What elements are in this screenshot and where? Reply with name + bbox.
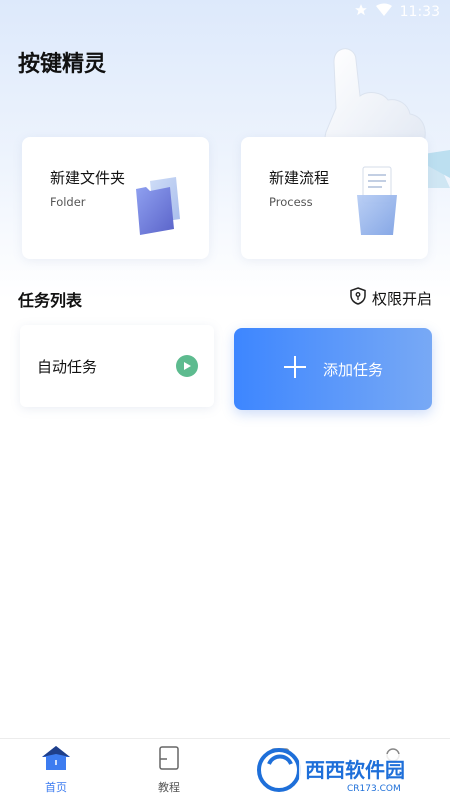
nav-label-home: 首页 [45,781,67,794]
document-icon [353,165,401,241]
home-icon [41,746,71,775]
nav-item-tutorial[interactable]: 教程 [134,745,204,795]
new-process-card[interactable]: 新建流程 Process [241,137,428,259]
permission-button[interactable]: 权限开启 [350,287,432,309]
page-title: 按键精灵 [18,52,107,77]
wifi-icon [375,3,392,21]
tutorial-icon [156,746,182,775]
new-process-title: 新建流程 [269,169,330,187]
nav-item-home[interactable]: 首页 [21,745,91,795]
nav-label-tutorial: 教程 [158,781,180,794]
add-task-button[interactable]: 添加任务 [234,328,432,410]
svg-text:CR173.COM: CR173.COM [347,784,401,794]
task-item[interactable]: 自动任务 [20,325,214,407]
plus-icon [283,355,307,383]
status-bar: 11:33 [0,0,450,26]
watermark-logo: 西西软件园 CR173.COM [255,744,435,796]
new-folder-card[interactable]: 新建文件夹 Folder [22,137,209,259]
task-list-title: 任务列表 [18,291,83,310]
new-process-subtitle: Process [269,195,313,209]
add-task-label: 添加任务 [322,360,383,379]
svg-text:西西软件园: 西西软件园 [305,758,405,782]
shield-key-icon [350,287,366,309]
status-icons: 11:33 [354,3,440,21]
status-time: 11:33 [399,4,440,20]
play-icon[interactable] [176,355,198,377]
task-label: 自动任务 [37,358,98,376]
permission-label: 权限开启 [371,289,432,308]
star-icon [354,3,368,21]
new-folder-subtitle: Folder [50,195,86,209]
folder-icon [132,175,186,241]
new-folder-title: 新建文件夹 [50,169,126,187]
